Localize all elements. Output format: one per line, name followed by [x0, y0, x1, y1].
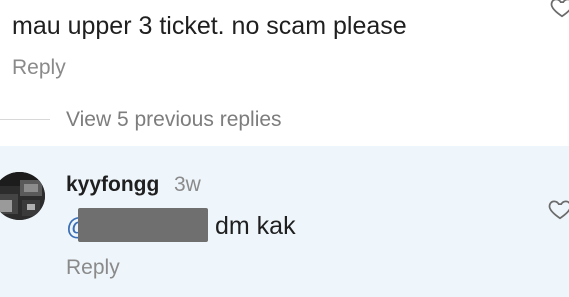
heart-outline-icon[interactable]: [547, 196, 569, 222]
redacted-username-block: [78, 208, 208, 242]
thread-divider-line: [0, 119, 50, 120]
reply-button[interactable]: Reply: [12, 54, 66, 82]
reply-button[interactable]: Reply: [66, 254, 120, 282]
comments-screen: mau upper 3 ticket. no scam please Reply…: [0, 0, 569, 297]
heart-outline-icon[interactable]: [549, 0, 569, 20]
comment-text: dm kak: [215, 212, 296, 240]
view-previous-replies-button[interactable]: View 5 previous replies: [66, 106, 282, 134]
timestamp: 3w: [174, 173, 201, 196]
username[interactable]: kyyfongg: [66, 171, 159, 199]
comment-text: mau upper 3 ticket. no scam please: [12, 12, 407, 40]
